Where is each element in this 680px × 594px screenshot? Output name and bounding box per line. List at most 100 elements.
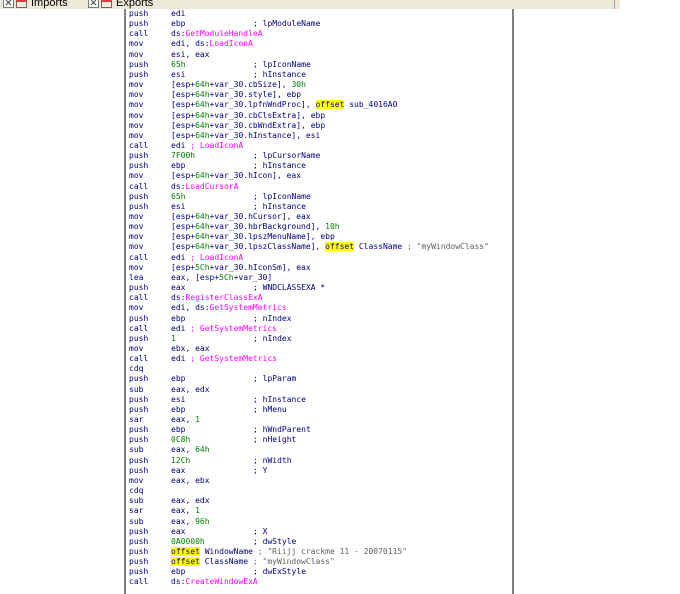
operand-text: +var_30.hIcon], eax — [209, 171, 302, 181]
operand-text: [esp+ — [171, 222, 196, 232]
mnemonic: call — [129, 577, 149, 587]
tab-exports[interactable]: Exports — [88, 0, 153, 9]
operand-text: +var_30.cbSize], — [209, 80, 292, 90]
operand-text: eax — [171, 465, 186, 475]
operand-text: [esp+ — [171, 171, 196, 181]
operand-text: +var_30.lpfnWndProc], — [209, 100, 316, 110]
number: 64h — [195, 100, 210, 110]
operand-text: eax — [171, 526, 186, 536]
mnemonic: sub — [129, 445, 144, 455]
api-reference[interactable]: LoadIconA — [210, 39, 253, 48]
operand-text: [esp+ — [171, 130, 196, 140]
api-reference[interactable]: LoadCursorA — [185, 182, 238, 191]
operand-text: esi — [171, 201, 186, 211]
mnemonic: call — [129, 252, 149, 262]
operand-text: edi — [171, 354, 191, 364]
number: 64h — [195, 445, 210, 455]
mnemonic: sub — [129, 496, 144, 506]
operand-text: esi — [171, 394, 186, 404]
operands: ebp — [171, 161, 185, 171]
api-reference[interactable]: GetModuleHandleA — [185, 29, 262, 38]
operands: ebp — [171, 567, 185, 577]
operands: eax — [171, 466, 185, 476]
mnemonic: sub — [129, 384, 144, 394]
api-reference[interactable]: ; GetSystemMetrics — [190, 324, 277, 333]
mnemonic: push — [129, 333, 149, 343]
mnemonic: sar — [129, 415, 144, 424]
api-reference[interactable]: ; GetSystemMetrics — [190, 354, 277, 363]
mnemonic: mov — [129, 171, 144, 181]
close-icon[interactable] — [3, 0, 14, 8]
mnemonic: push — [129, 9, 149, 18]
mnemonic: mov — [129, 110, 144, 120]
mnemonic: call — [129, 140, 149, 150]
operands: ebp — [171, 314, 185, 324]
operands: edi ; GetSystemMetrics — [171, 354, 277, 364]
disassembly-view[interactable]: push edi push ebp; lpModuleName call ds:GetMo… — [124, 9, 514, 594]
comment: ; Y — [253, 465, 268, 475]
operand-text: edi — [171, 140, 191, 150]
imports-icon — [16, 0, 27, 8]
number: 64h — [195, 130, 210, 140]
operand-text: esi, eax — [171, 49, 210, 59]
mnemonic: push — [129, 567, 149, 577]
operands: [esp+64h+var_30.lpszMenuName], ebp — [171, 232, 335, 242]
mnemonic: push — [129, 374, 149, 384]
api-reference[interactable]: ; LoadIconA — [190, 141, 243, 150]
operand-text: +var_30] — [233, 272, 273, 282]
operand-text: ebp — [171, 161, 186, 171]
mnemonic: push — [129, 425, 149, 435]
comment: ; hWndParent — [253, 425, 311, 435]
operand-text: eax, [esp+ — [171, 272, 220, 282]
mnemonic: mov — [129, 120, 144, 130]
operand-text: eax, edx — [171, 496, 210, 506]
api-reference[interactable]: CreateWindowExA — [185, 577, 257, 586]
mnemonic: push — [129, 191, 149, 201]
operand-text: ebp — [171, 19, 186, 29]
operands: 1 — [171, 334, 176, 344]
comment: ; WNDCLASSEXA * — [253, 283, 326, 293]
number: 64h — [195, 242, 210, 252]
mnemonic: push — [129, 557, 149, 567]
operand-text: [esp+ — [171, 90, 196, 100]
comment: ; hMenu — [253, 404, 287, 414]
operands: ebp — [171, 405, 185, 415]
number: 64h — [195, 232, 210, 242]
offset-keyword: offset — [325, 242, 355, 252]
operands: 0C8h — [171, 435, 190, 445]
mnemonic: mov — [129, 242, 144, 252]
tab-bar-edge — [614, 0, 615, 9]
operand-text: +var_30.hCursor], eax — [209, 212, 311, 221]
mnemonic: mov — [129, 303, 144, 313]
operands: edi, ds:LoadIconA — [171, 39, 253, 49]
operands: eax, ebx — [171, 476, 210, 486]
comment: ; hInstance — [253, 161, 306, 171]
operands: [esp+5Ch+var_30.hIconSm], eax — [171, 263, 311, 273]
operands: [esp+64h+var_30.lpszClassName], offset C… — [171, 242, 489, 252]
mnemonic: mov — [129, 80, 144, 90]
operand-text: WindowName — [199, 546, 258, 556]
api-reference[interactable]: RegisterClassExA — [185, 293, 262, 302]
api-reference[interactable]: ; LoadIconA — [190, 253, 243, 262]
operands: ds:CreateWindowExA — [171, 577, 258, 587]
operand-text: eax, — [171, 506, 196, 516]
operands: [esp+64h+var_30.hbrBackground], 10h — [171, 222, 340, 232]
operands: offset WindowName ; "Riijj crackme 11 - … — [171, 546, 408, 557]
operand-text: ds: — [171, 577, 186, 587]
operand-text: edi, ds: — [171, 39, 210, 49]
operand-text: ds: — [171, 293, 186, 303]
operand-text: ebp — [171, 374, 186, 384]
operands: eax, 64h — [171, 445, 210, 455]
close-icon[interactable] — [88, 0, 99, 8]
operands: [esp+64h+var_30.cbClsExtra], ebp — [171, 111, 325, 121]
tab-imports[interactable]: Imports — [3, 0, 68, 9]
number: 5Ch — [195, 262, 210, 272]
operand-text: ebp — [171, 567, 186, 577]
mnemonic: cdq — [129, 486, 144, 496]
comment: ; nIndex — [253, 313, 292, 323]
api-reference[interactable]: GetSystemMetrics — [210, 303, 287, 312]
string-comment: ; "Riijj crackme 11 - 20070115" — [257, 546, 408, 556]
number: 12Ch — [171, 455, 191, 465]
operands: [esp+64h+var_30.cbWndExtra], ebp — [171, 121, 325, 131]
number: 65h — [171, 59, 186, 69]
